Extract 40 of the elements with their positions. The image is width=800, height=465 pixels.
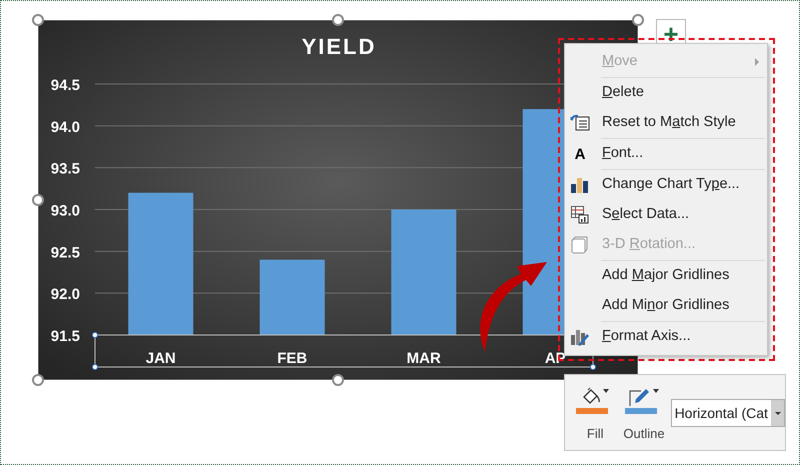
cube-icon — [571, 236, 589, 254]
font-icon: A — [574, 146, 586, 162]
chart-title: YIELD — [302, 34, 376, 59]
menu-item[interactable]: Reset to Match Style — [565, 108, 767, 138]
axis-category-label: JAN — [146, 350, 176, 367]
resize-handle[interactable] — [32, 14, 44, 26]
menu-item[interactable]: Format Axis... — [565, 322, 767, 352]
list-icon — [570, 114, 590, 132]
fill-button[interactable]: Fill — [575, 383, 616, 444]
axis-handle[interactable] — [590, 364, 596, 370]
axis-dropdown[interactable]: Horizontal (Cat — [670, 399, 785, 427]
axis-tick-label: 94.5 — [50, 77, 80, 94]
axis-tick-label: 93.5 — [50, 160, 80, 178]
caret-icon — [652, 389, 659, 393]
resize-handle[interactable] — [32, 194, 44, 206]
menu-item[interactable]: Add Minor Gridlines — [565, 291, 767, 321]
outline-button[interactable]: Outline — [623, 383, 665, 444]
menu-item[interactable]: Add Major Gridlines — [565, 261, 767, 291]
caret-icon — [603, 389, 610, 393]
pencil-icon — [628, 387, 651, 407]
menu-item[interactable]: A Font... — [565, 139, 767, 169]
menu-item[interactable]: Select Data... — [565, 200, 767, 230]
axis-category-label: FEB — [277, 350, 308, 367]
resize-handle[interactable] — [332, 374, 344, 386]
axis-tick-label: 93.0 — [50, 202, 80, 220]
axis-tick-label: 91.5 — [50, 328, 80, 345]
menu-item[interactable]: Delete — [565, 78, 767, 108]
resize-handle[interactable] — [32, 374, 44, 386]
resize-handle[interactable] — [332, 14, 344, 26]
bar-chart-icon — [571, 177, 589, 193]
axis-handle[interactable] — [92, 332, 98, 338]
axis-format-icon — [570, 328, 590, 346]
axis-category-label: MAR — [406, 350, 441, 367]
axis-tick-label: 92.0 — [50, 286, 80, 304]
menu-item[interactable]: Change Chart Type... — [565, 170, 767, 200]
axis-tick-label: 92.5 — [50, 244, 80, 262]
axis-handle[interactable] — [92, 364, 98, 370]
resize-handle[interactable] — [632, 14, 644, 26]
table-icon — [571, 206, 589, 224]
axis-tick-label: 94.0 — [50, 118, 80, 136]
